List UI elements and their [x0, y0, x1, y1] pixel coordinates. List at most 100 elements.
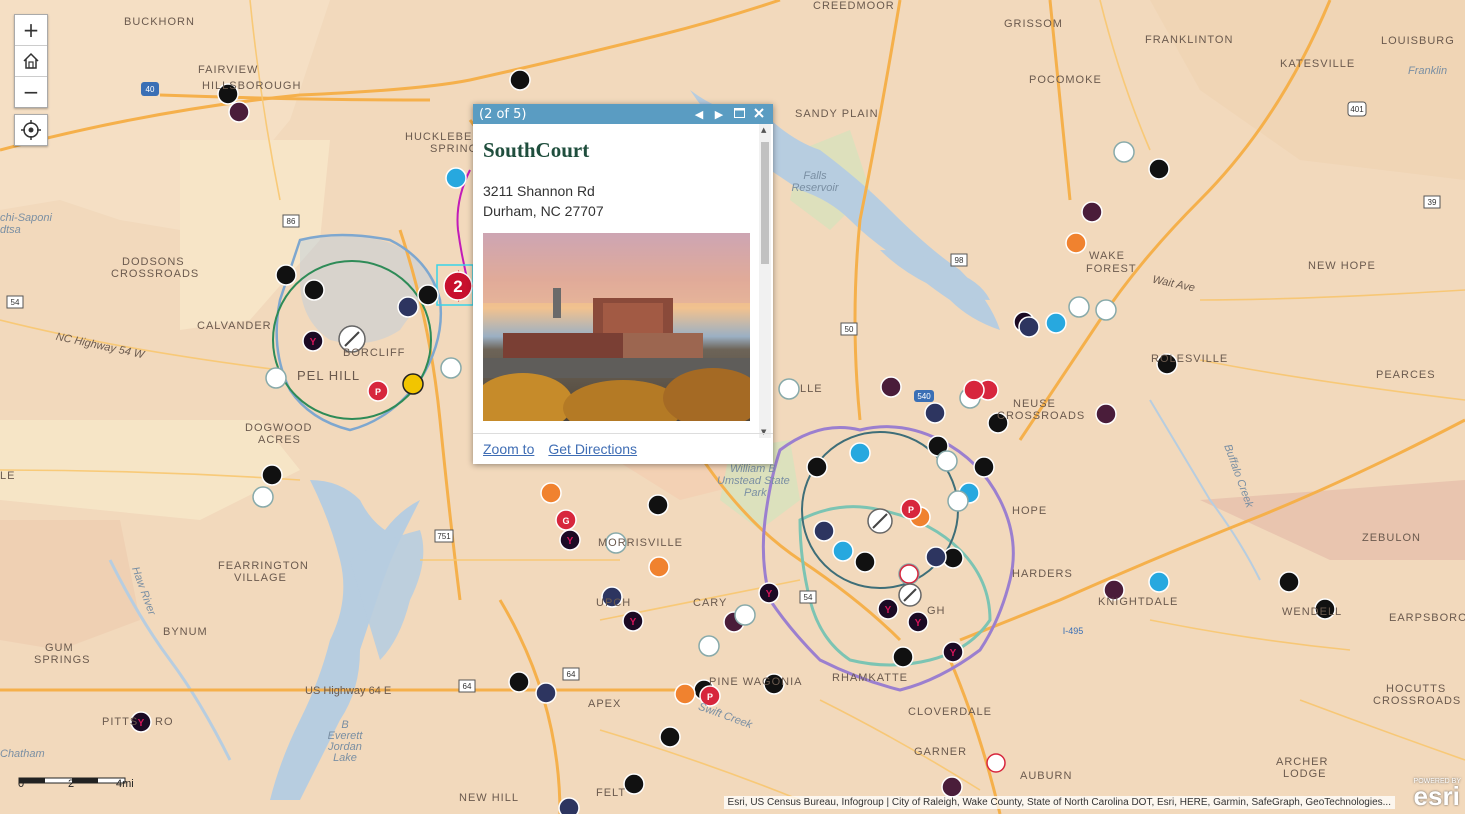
- place-label: LE: [0, 470, 16, 482]
- place-label: HARDERS: [1012, 568, 1073, 580]
- place-label: Park: [744, 487, 767, 499]
- home-button[interactable]: [15, 46, 47, 77]
- svg-text:P: P: [707, 692, 713, 702]
- road-shield: 64: [458, 679, 476, 693]
- place-label: CROSSROADS: [997, 410, 1086, 422]
- place-label: Franklin: [1408, 65, 1448, 77]
- zoom-out-button[interactable]: −: [15, 77, 47, 107]
- place-label: CROSSROADS: [1373, 695, 1462, 707]
- svg-text:Y: Y: [885, 605, 892, 616]
- svg-text:751: 751: [437, 532, 451, 541]
- svg-text:54: 54: [11, 298, 20, 307]
- place-label: HOCUTTS: [1386, 683, 1447, 695]
- place-label: KNIGHTDALE: [1098, 596, 1179, 608]
- place-label: ACRES: [258, 434, 301, 446]
- place-label: BYNUM: [163, 626, 208, 638]
- place-label: Umstead State: [717, 475, 790, 487]
- road-shield: 540: [914, 390, 934, 402]
- place-label: LOUISBURG: [1381, 35, 1455, 47]
- locate-button[interactable]: [15, 115, 47, 145]
- road-shield: I-495: [1063, 626, 1084, 636]
- place-label: PEARCES: [1376, 369, 1436, 381]
- place-label: NEW HOPE: [1308, 260, 1376, 272]
- place-label: WENDELL: [1282, 606, 1343, 618]
- place-label: HOPE: [1012, 505, 1048, 517]
- road-shield: 86: [282, 214, 300, 228]
- place-label: BORCLIFF: [343, 347, 406, 359]
- road-shield: 54: [6, 295, 24, 309]
- place-label: HILLSBOROUGH: [202, 80, 302, 92]
- esri-logo: POWERED BY esri: [1413, 778, 1461, 811]
- yellow-gym-marker: [402, 373, 424, 395]
- popup-header: (2 of 5) ◀ ▶: [473, 104, 773, 124]
- close-button[interactable]: [751, 107, 767, 121]
- place-label: DODSONS: [122, 256, 185, 268]
- place-label: CROSSROADS: [111, 268, 200, 280]
- popup-scrollbar[interactable]: ▲ ▼: [759, 124, 771, 438]
- popup-content: SouthCourt 3211 Shannon Rd Durham, NC 27…: [473, 124, 757, 434]
- svg-text:Y: Y: [138, 718, 145, 729]
- popup-address-line2: Durham, NC 27707: [483, 203, 604, 219]
- road-shield: 64: [562, 667, 580, 681]
- place-label: FELT: [596, 787, 627, 799]
- maximize-button[interactable]: [731, 107, 747, 121]
- scale-label-mid: 2: [68, 778, 75, 790]
- popup-counter: (2 of 5): [479, 106, 527, 122]
- close-icon: [754, 107, 764, 118]
- road-shield: 54: [799, 590, 817, 604]
- scrollbar-thumb[interactable]: [761, 142, 769, 264]
- place-label: GARNER: [914, 746, 968, 758]
- svg-text:98: 98: [955, 256, 964, 265]
- place-label: ARCHER: [1276, 756, 1329, 768]
- svg-text:54: 54: [804, 593, 813, 602]
- zoom-in-button[interactable]: +: [15, 15, 47, 46]
- zoom-controls: + −: [14, 14, 48, 108]
- place-label: MORRISVILLE: [598, 537, 683, 549]
- road-shield: 40: [141, 82, 159, 96]
- road-shield: 98: [950, 253, 968, 267]
- road-shield: 50: [840, 322, 858, 336]
- road-shield: 751: [434, 529, 454, 543]
- svg-text:Y: Y: [950, 648, 957, 659]
- place-label: GH: [927, 605, 946, 617]
- place-label: ROLESVILLE: [1151, 353, 1229, 365]
- place-label: SANDY PLAIN: [795, 108, 879, 120]
- next-feature-button[interactable]: ▶: [711, 108, 727, 121]
- svg-text:401: 401: [1350, 105, 1364, 114]
- attribution[interactable]: Esri, US Census Bureau, Infogroup | City…: [723, 796, 1395, 809]
- place-label: AUBURN: [1020, 770, 1073, 782]
- place-label: LODGE: [1283, 768, 1327, 780]
- previous-feature-button[interactable]: ◀: [691, 108, 707, 121]
- place-label: UPCH: [596, 597, 632, 609]
- svg-text:P: P: [375, 387, 381, 397]
- locate-icon: [21, 120, 41, 140]
- place-label: RHAMKATTE: [832, 672, 909, 684]
- info-popup: (2 of 5) ◀ ▶ SouthCourt 3211 Shannon Rd …: [473, 104, 773, 464]
- popup-actions: Zoom to Get Directions: [473, 433, 773, 464]
- place-label: WAKE: [1089, 250, 1125, 262]
- place-label: ZEBULON: [1362, 532, 1421, 544]
- place-label: DOGWOOD: [245, 422, 313, 434]
- scale-label-end: 4mi: [116, 778, 134, 790]
- place-label: chi-Saponi: [0, 212, 52, 224]
- svg-text:50: 50: [845, 325, 854, 334]
- place-label: GUM: [45, 642, 74, 654]
- svg-text:40: 40: [146, 85, 155, 94]
- zoom-to-link[interactable]: Zoom to: [483, 441, 534, 457]
- place-label: CLOVERDALE: [908, 706, 992, 718]
- place-label: CREEDMOOR: [813, 0, 895, 12]
- place-label: SPRINGS: [34, 654, 91, 666]
- place-label: PEL HILL: [297, 368, 361, 383]
- place-label: CALVANDER: [197, 320, 272, 332]
- svg-text:540: 540: [917, 392, 931, 401]
- place-label: APEX: [588, 698, 622, 710]
- svg-text:Y: Y: [310, 337, 317, 348]
- svg-text:Y: Y: [567, 536, 574, 547]
- place-label: PITTS: [102, 716, 139, 728]
- place-label: FOREST: [1086, 263, 1137, 275]
- get-directions-link[interactable]: Get Directions: [548, 441, 637, 457]
- svg-text:86: 86: [287, 217, 296, 226]
- place-label: HUCKLEBE: [405, 131, 473, 143]
- place-label: NEW HILL: [459, 792, 519, 804]
- place-label: RO: [155, 716, 174, 728]
